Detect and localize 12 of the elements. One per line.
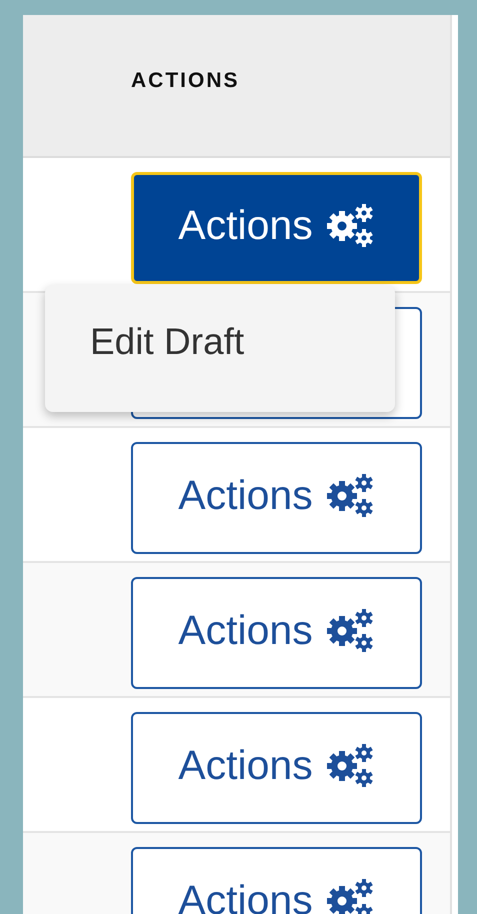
actions-button[interactable]: Actions xyxy=(131,577,422,689)
actions-button[interactable]: Actions xyxy=(131,442,422,554)
actions-button[interactable]: Actions xyxy=(131,847,422,914)
menu-item[interactable]: Edit Draft xyxy=(90,320,244,376)
gears-icon xyxy=(324,202,375,248)
gears-icon xyxy=(324,472,375,518)
gears-icon xyxy=(324,877,375,914)
gears-icon xyxy=(324,742,375,788)
actions-button[interactable]: Actions xyxy=(131,712,422,824)
actions-button[interactable]: Actions xyxy=(131,172,422,284)
gears-icon xyxy=(324,607,375,653)
column-header: ACTIONS xyxy=(131,68,240,92)
